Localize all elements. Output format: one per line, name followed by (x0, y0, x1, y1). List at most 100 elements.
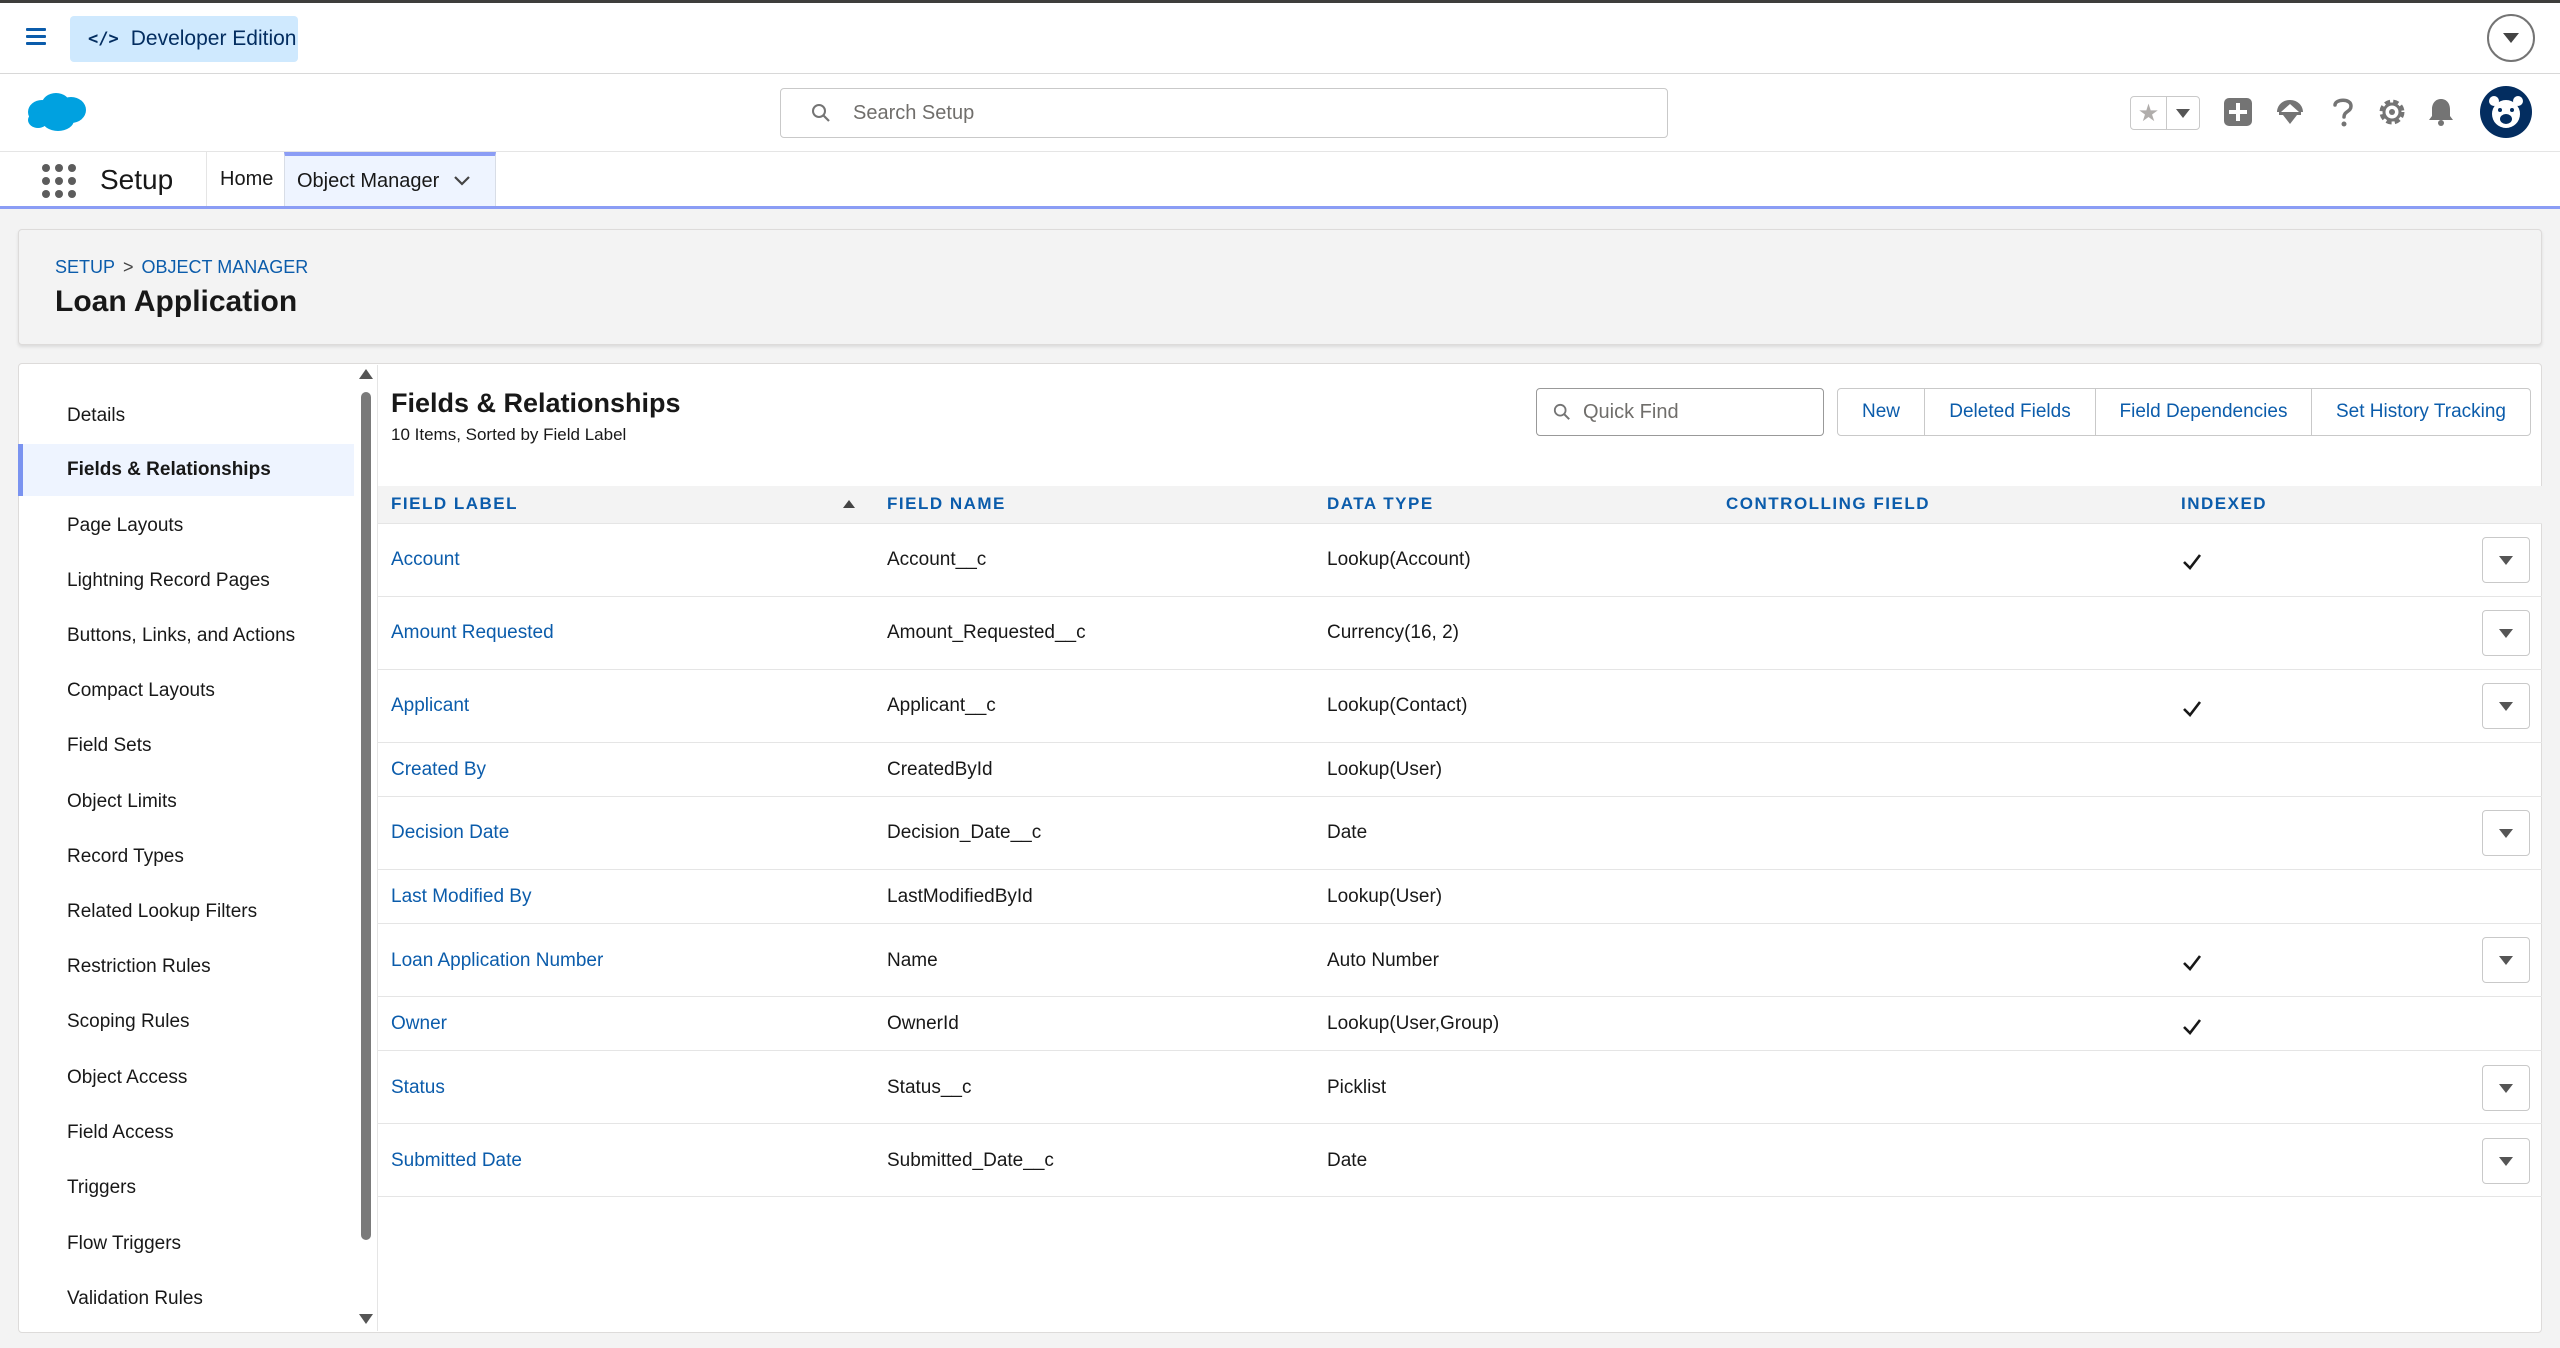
field-label-link[interactable]: Amount Requested (391, 622, 554, 644)
table-row (378, 797, 2542, 870)
sidebar-item-record-types[interactable]: Record Types (18, 831, 354, 883)
search-icon (812, 104, 830, 122)
trailhead-guidance-icon[interactable] (2270, 92, 2310, 132)
breadcrumb-object-manager[interactable]: OBJECT MANAGER (142, 257, 309, 278)
row-actions-dropdown[interactable] (2482, 810, 2530, 856)
column-header-indexed[interactable]: INDEXED (2181, 494, 2267, 514)
indexed-check-icon (2183, 1019, 2202, 1035)
sidebar-item-field-access[interactable]: Field Access (18, 1107, 354, 1159)
sidebar-item-triggers[interactable]: Triggers (18, 1162, 354, 1214)
favorite-star-icon[interactable]: ★ (2131, 97, 2167, 129)
field-dependencies-button[interactable]: Field Dependencies (2096, 389, 2312, 435)
data-type: Currency(16, 2) (1327, 622, 1459, 643)
page-title: Loan Application (55, 285, 298, 318)
data-type: Date (1327, 822, 1368, 843)
data-type: Lookup(User) (1327, 886, 1443, 907)
nav-divider (206, 152, 207, 206)
column-header-field-label[interactable]: FIELD LABEL (391, 494, 518, 514)
global-actions-icon[interactable] (2218, 92, 2258, 132)
gear-icon[interactable] (2372, 92, 2412, 132)
sidebar-scrollbar-thumb[interactable] (361, 392, 371, 1240)
sidebar-item-object-access[interactable]: Object Access (18, 1052, 354, 1104)
sidebar-item-lightning-record-pages[interactable]: Lightning Record Pages (18, 555, 354, 607)
sidebar-item-related-lookup-filters[interactable]: Related Lookup Filters (18, 886, 354, 938)
field-label-link[interactable]: Account (391, 549, 460, 571)
nav-tab-object-manager[interactable]: Object Manager (284, 152, 496, 206)
help-icon[interactable] (2323, 92, 2363, 132)
breadcrumb-separator: > (123, 257, 134, 277)
chevron-down-icon (2499, 828, 2513, 838)
row-actions-dropdown[interactable] (2482, 937, 2530, 983)
sidebar-item-details[interactable]: Details (18, 390, 354, 442)
field-label-link[interactable]: Applicant (391, 695, 469, 717)
data-type: Auto Number (1327, 950, 1439, 971)
field-label-link[interactable]: Created By (391, 759, 486, 781)
chevron-down-icon (2499, 701, 2513, 711)
row-actions-dropdown[interactable] (2482, 1065, 2530, 1111)
search-icon (1553, 403, 1570, 420)
nav-tab-home[interactable]: Home (220, 168, 273, 191)
sort-ascending-icon[interactable] (843, 500, 855, 508)
nav-tab-object-manager-label: Object Manager (297, 169, 440, 192)
sidebar-item-restriction-rules[interactable]: Restriction Rules (18, 941, 354, 993)
data-type: Lookup(Account) (1327, 549, 1471, 570)
field-name: Applicant__c (887, 695, 996, 716)
chevron-down-icon (2499, 1156, 2513, 1166)
indexed-check-icon (2183, 955, 2202, 971)
sidebar-item-page-layouts[interactable]: Page Layouts (18, 500, 354, 552)
field-label-link[interactable]: Decision Date (391, 822, 509, 844)
search-setup-field[interactable] (780, 88, 1668, 138)
data-type: Lookup(Contact) (1327, 695, 1468, 716)
sidebar-item-validation-rules[interactable]: Validation Rules (18, 1273, 354, 1325)
column-header-controlling-field[interactable]: CONTROLLING FIELD (1726, 494, 1930, 514)
new-button[interactable]: New (1838, 389, 1925, 435)
salesforce-logo[interactable] (24, 90, 88, 134)
sidebar-item-flow-triggers[interactable]: Flow Triggers (18, 1218, 354, 1270)
scroll-down-arrow-icon[interactable] (359, 1314, 373, 1324)
app-launcher-icon[interactable] (42, 164, 76, 198)
chevron-down-icon (2499, 555, 2513, 565)
column-header-field-name[interactable]: FIELD NAME (887, 494, 1006, 514)
field-name: Decision_Date__c (887, 822, 1042, 843)
data-type: Date (1327, 1150, 1368, 1171)
field-label-link[interactable]: Loan Application Number (391, 950, 603, 972)
dev-bar-dropdown-button[interactable] (2487, 14, 2535, 62)
sidebar-item-field-sets[interactable]: Field Sets (18, 720, 354, 772)
field-label-link[interactable]: Last Modified By (391, 886, 531, 908)
favorites-dropdown-button[interactable] (2167, 97, 2199, 129)
notifications-bell-icon[interactable] (2421, 92, 2461, 132)
sidebar-item-buttons-links-actions[interactable]: Buttons, Links, and Actions (18, 610, 354, 662)
quick-find-input[interactable] (1583, 400, 1813, 424)
breadcrumb-setup[interactable]: SETUP (55, 257, 115, 278)
field-label-link[interactable]: Status (391, 1077, 445, 1099)
search-setup-input[interactable] (853, 101, 1633, 125)
developer-edition-label: Developer Edition (130, 27, 297, 50)
quick-find-field[interactable] (1536, 388, 1824, 436)
deleted-fields-button[interactable]: Deleted Fields (1925, 389, 2096, 435)
table-row (378, 924, 2542, 997)
field-name: Amount_Requested__c (887, 622, 1086, 643)
sidebar-item-scoping-rules[interactable]: Scoping Rules (18, 996, 354, 1048)
field-label-link[interactable]: Owner (391, 1013, 447, 1035)
developer-edition-badge[interactable]: </> Developer Edition (70, 16, 298, 62)
field-name: LastModifiedById (887, 886, 1033, 907)
chevron-down-icon (2503, 33, 2519, 43)
sidebar-item-object-limits[interactable]: Object Limits (18, 776, 354, 828)
scroll-up-arrow-icon[interactable] (359, 369, 373, 379)
field-label-link[interactable]: Submitted Date (391, 1150, 522, 1172)
column-header-data-type[interactable]: DATA TYPE (1327, 494, 1434, 514)
row-actions-dropdown[interactable] (2482, 1138, 2530, 1184)
favorites-group[interactable]: ★ (2130, 96, 2200, 130)
chevron-down-icon[interactable] (453, 175, 471, 187)
sidebar-item-fields-relationships[interactable]: Fields & Relationships (18, 444, 354, 496)
set-history-tracking-button[interactable]: Set History Tracking (2312, 389, 2530, 435)
field-name: CreatedById (887, 759, 993, 780)
user-avatar[interactable] (2480, 86, 2532, 138)
menu-icon[interactable] (26, 28, 46, 45)
chevron-down-icon (2176, 108, 2190, 118)
row-actions-dropdown[interactable] (2482, 683, 2530, 729)
table-row (378, 1051, 2542, 1124)
row-actions-dropdown[interactable] (2482, 610, 2530, 656)
row-actions-dropdown[interactable] (2482, 537, 2530, 583)
sidebar-item-compact-layouts[interactable]: Compact Layouts (18, 665, 354, 717)
